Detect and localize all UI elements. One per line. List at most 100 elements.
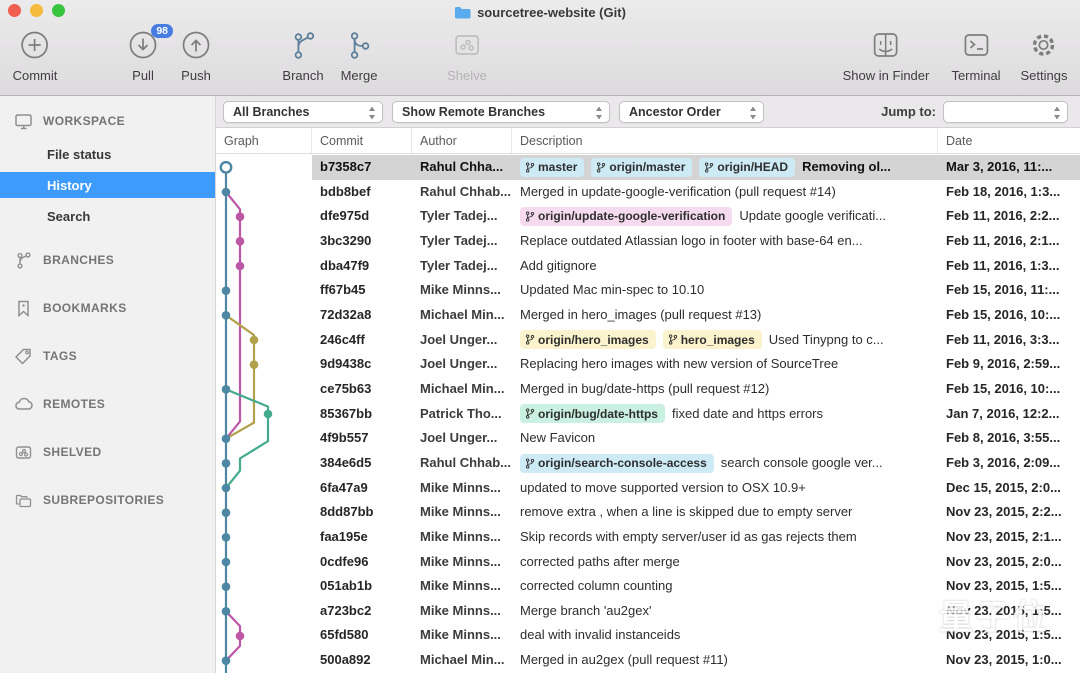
sidebar-item-history[interactable]: History — [0, 172, 215, 198]
commit-message: corrected paths after merge — [520, 550, 680, 575]
table-row[interactable]: 65fd580 Mike Minns... deal with invalid … — [216, 623, 1080, 648]
settings-button[interactable]: Settings — [1021, 29, 1068, 83]
commit-message: fixed date and https errors — [672, 402, 823, 427]
column-header-commit[interactable]: Commit — [312, 128, 412, 153]
commit-hash: 246c4ff — [312, 328, 412, 353]
commit-hash: ce75b63 — [312, 377, 412, 402]
graph-node — [250, 360, 259, 369]
commit-hash: 051ab1b — [312, 574, 412, 599]
sidebar: WORKSPACE File status History Search BRA… — [0, 96, 216, 673]
sidebar-section-shelved[interactable]: SHELVED — [0, 439, 215, 465]
commit-date: Nov 23, 2015, 1:5... — [938, 599, 1080, 624]
column-header-description[interactable]: Description — [512, 128, 938, 153]
branch-badge: origin/master — [591, 158, 692, 177]
commit-button[interactable]: Commit — [13, 29, 58, 83]
order-select-value: Ancestor Order — [629, 105, 721, 119]
sidebar-item-search[interactable]: Search — [0, 203, 215, 229]
graph-node — [236, 212, 245, 221]
table-row[interactable]: 6fa47a9 Mike Minns... updated to move su… — [216, 476, 1080, 501]
column-header-author[interactable]: Author — [412, 128, 512, 153]
remote-branches-value: Show Remote Branches — [402, 105, 545, 119]
commit-message: Used Tinypng to c... — [769, 328, 884, 353]
sidebar-item-file-status[interactable]: File status — [0, 141, 215, 167]
shelve-button[interactable]: Shelve — [447, 29, 487, 83]
pull-button-label: Pull — [127, 68, 159, 83]
table-row[interactable]: ce75b63 Michael Min... Merged in bug/dat… — [216, 377, 1080, 402]
table-row[interactable]: 3bc3290 Tyler Tadej... Replace outdated … — [216, 229, 1080, 254]
column-header-graph[interactable]: Graph — [216, 128, 312, 153]
commit-message: Merged in update-google-verification (pu… — [520, 180, 836, 205]
pull-button[interactable]: 98 Pull — [127, 29, 159, 83]
graph-node — [250, 336, 259, 345]
branch-button[interactable]: Branch — [282, 29, 323, 83]
sidebar-section-remotes[interactable]: REMOTES — [0, 391, 215, 417]
sidebar-section-subrepositories[interactable]: SUBREPOSITORIES — [0, 487, 215, 513]
table-row[interactable]: 9d9438c Joel Unger... Replacing hero ima… — [216, 352, 1080, 377]
commit-author: Michael Min... — [412, 377, 512, 402]
commit-hash: dba47f9 — [312, 254, 412, 279]
table-row[interactable]: 72d32a8 Michael Min... Merged in hero_im… — [216, 303, 1080, 328]
tags-icon — [14, 347, 33, 366]
commit-hash: 85367bb — [312, 402, 412, 427]
graph-node — [222, 434, 231, 443]
table-row[interactable]: 246c4ff Joel Unger... origin/hero_images… — [216, 328, 1080, 353]
table-row[interactable]: faa195e Mike Minns... Skip records with … — [216, 525, 1080, 550]
push-button-label: Push — [180, 68, 212, 83]
show-in-finder-button[interactable]: Show in Finder — [843, 29, 930, 83]
sidebar-section-workspace[interactable]: WORKSPACE — [0, 108, 215, 134]
commit-author: Joel Unger... — [412, 426, 512, 451]
table-row[interactable]: a723bc2 Mike Minns... Merge branch 'au2g… — [216, 599, 1080, 624]
table-row[interactable]: 8dd87bb Mike Minns... remove extra , whe… — [216, 500, 1080, 525]
sidebar-section-workspace-label: WORKSPACE — [43, 114, 125, 128]
commit-author: Tyler Tadej... — [412, 204, 512, 229]
commit-date: Feb 11, 2016, 1:3... — [938, 254, 1080, 279]
table-row[interactable]: 051ab1b Mike Minns... corrected column c… — [216, 574, 1080, 599]
graph-node — [222, 484, 231, 493]
order-select[interactable]: Ancestor Order — [619, 101, 764, 123]
table-row[interactable]: ff67b45 Mike Minns... Updated Mac min-sp… — [216, 278, 1080, 303]
terminal-icon — [951, 29, 1000, 67]
table-row[interactable]: bdb8bef Rahul Chhab... Merged in update-… — [216, 180, 1080, 205]
table-row[interactable]: b7358c7 Rahul Chha... masterorigin/maste… — [216, 155, 1080, 180]
commit-author: Mike Minns... — [412, 599, 512, 624]
sidebar-section-tags[interactable]: TAGS — [0, 343, 215, 369]
commit-description: origin/bug/date-httpsfixed date and http… — [512, 402, 938, 427]
commit-description: Merged in bug/date-https (pull request #… — [512, 377, 938, 402]
branches-icon — [14, 251, 33, 270]
sourcetree-window: sourcetree-website (Git) Commit 98 Pull — [0, 0, 1080, 673]
sidebar-section-branches[interactable]: BRANCHES — [0, 247, 215, 273]
table-row[interactable]: 4f9b557 Joel Unger... New Favicon Feb 8,… — [216, 426, 1080, 451]
merge-button-label: Merge — [341, 68, 378, 83]
branch-icon — [282, 29, 323, 67]
sidebar-section-bookmarks[interactable]: BOOKMARKS — [0, 295, 215, 321]
table-row[interactable]: 500a892 Michael Min... Merged in au2gex … — [216, 648, 1080, 673]
push-button[interactable]: Push — [180, 29, 212, 83]
commit-description: New Favicon — [512, 426, 938, 451]
commit-message: Removing ol... — [802, 155, 891, 180]
commit-message: deal with invalid instanceids — [520, 623, 680, 648]
terminal-button[interactable]: Terminal — [951, 29, 1000, 83]
sidebar-item-search-label: Search — [47, 209, 90, 224]
commit-date: Feb 18, 2016, 1:3... — [938, 180, 1080, 205]
pull-icon: 98 — [127, 29, 159, 67]
branch-filter-select[interactable]: All Branches — [223, 101, 383, 123]
table-row[interactable]: 0cdfe96 Mike Minns... corrected paths af… — [216, 550, 1080, 575]
commit-message: New Favicon — [520, 426, 595, 451]
graph-node — [222, 656, 231, 665]
commit-author: Mike Minns... — [412, 623, 512, 648]
commit-description: Merged in hero_images (pull request #13) — [512, 303, 938, 328]
table-row[interactable]: dba47f9 Tyler Tadej... Add gitignore Feb… — [216, 254, 1080, 279]
remote-branches-select[interactable]: Show Remote Branches — [392, 101, 610, 123]
table-row[interactable]: dfe975d Tyler Tadej... origin/update-goo… — [216, 204, 1080, 229]
commit-author: Rahul Chhab... — [412, 451, 512, 476]
merge-button[interactable]: Merge — [341, 29, 378, 83]
sidebar-section-tags-label: TAGS — [43, 349, 77, 363]
graph-node — [222, 533, 231, 542]
commit-hash: 384e6d5 — [312, 451, 412, 476]
column-header-date[interactable]: Date — [938, 128, 1080, 153]
jump-to-select[interactable] — [943, 101, 1068, 123]
commit-description: remove extra , when a line is skipped du… — [512, 500, 938, 525]
table-row[interactable]: 85367bb Patrick Tho... origin/bug/date-h… — [216, 402, 1080, 427]
merge-icon — [341, 29, 378, 67]
table-row[interactable]: 384e6d5 Rahul Chhab... origin/search-con… — [216, 451, 1080, 476]
